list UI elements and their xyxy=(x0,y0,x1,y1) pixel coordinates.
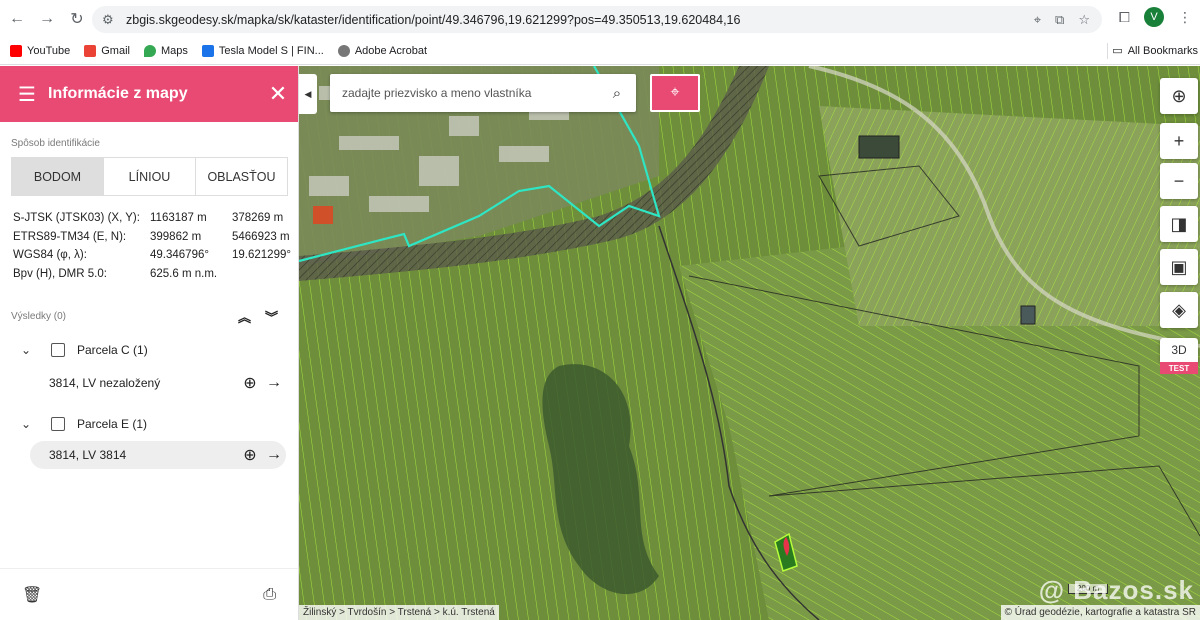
avatar[interactable]: V xyxy=(1144,7,1164,27)
identify-point-button[interactable]: ⌖ xyxy=(650,74,700,112)
result-item[interactable]: 3814, LV 3814 ⊕ → xyxy=(30,441,286,469)
group-checkbox[interactable] xyxy=(51,417,65,431)
identification-label: Spôsob identifikácie xyxy=(11,138,100,149)
location-breadcrumb: Žilinský > Tvrdošín > Trstená > k.ú. Trs… xyxy=(299,605,499,620)
group-checkbox[interactable] xyxy=(51,343,65,357)
coord-row: Bpv (H), DMR 5.0: 625.6 m n.m. xyxy=(13,267,218,280)
my-location-button[interactable]: ⊕ xyxy=(1160,78,1198,114)
tesla-icon xyxy=(201,45,214,57)
chevron-down-icon[interactable]: ⌄ xyxy=(21,417,45,431)
star-icon[interactable]: ☆ xyxy=(1078,12,1090,28)
minus-icon: − xyxy=(1173,170,1185,191)
coord-row: S-JTSK (JTSK03) (X, Y): 1163187 m 378269 m xyxy=(13,212,284,225)
folder-icon: ▭ xyxy=(1112,45,1123,57)
test-badge: TEST xyxy=(1160,362,1198,374)
result-item[interactable]: 3814, LV nezaložený ⊕ → xyxy=(30,369,286,397)
bookmark-maps[interactable]: Maps xyxy=(143,45,188,57)
crosshair-icon: ⊕ xyxy=(1171,85,1187,106)
collapse-all-icon[interactable]: ︽ xyxy=(238,307,251,326)
watermark: @ Bazos.sk xyxy=(1038,575,1194,605)
coord-row: ETRS89-TM34 (E, N): 399862 m 5466923 m xyxy=(13,230,290,243)
address-bar[interactable]: ⚙ zbgis.skgeodesy.sk/mapka/sk/kataster/i… xyxy=(92,6,1102,33)
collapse-panel-button[interactable]: ◀ xyxy=(299,74,317,114)
search-input[interactable]: zadajte priezvisko a meno vlastníka xyxy=(342,86,598,100)
3d-button[interactable]: 3D xyxy=(1160,338,1198,362)
basemap-button[interactable]: ▣ xyxy=(1160,249,1198,285)
search-icon[interactable]: ⌕ xyxy=(598,85,636,102)
results-header: Výsledky (0) ︽ ︾ xyxy=(11,307,298,325)
locate-icon[interactable]: ⊕ xyxy=(238,445,262,465)
group-parcela-c[interactable]: ⌄ Parcela C (1) xyxy=(21,339,298,361)
forward-icon[interactable]: → xyxy=(34,6,60,32)
compare-icon: ◨ xyxy=(1170,213,1188,234)
zoom-in-button[interactable]: + xyxy=(1160,123,1198,159)
mode-point-button[interactable]: BODOM xyxy=(12,158,104,195)
all-bookmarks[interactable]: ▭ All Bookmarks xyxy=(1112,44,1198,58)
maps-icon xyxy=(143,45,156,57)
site-info-icon[interactable]: ⚙ xyxy=(102,12,118,28)
menu-icon[interactable]: ⋮ xyxy=(1178,9,1192,26)
location-icon[interactable]: ⌖ xyxy=(1034,12,1041,28)
url-text[interactable]: zbgis.skgeodesy.sk/mapka/sk/kataster/ide… xyxy=(126,13,1034,27)
layers-icon: ◈ xyxy=(1172,299,1186,320)
gmail-icon xyxy=(84,45,97,57)
chevron-down-icon[interactable]: ⌄ xyxy=(21,343,45,357)
youtube-icon xyxy=(10,45,22,57)
browser-toolbar: ← → ↻ ⚙ zbgis.skgeodesy.sk/mapka/sk/kata… xyxy=(0,0,1200,38)
coord-row: WGS84 (φ, λ): 49.346796° 19.621299° xyxy=(13,249,291,262)
info-panel: ☰ Informácie z mapy ✕ Spôsob identifikác… xyxy=(0,66,299,620)
mode-line-button[interactable]: LÍNIOU xyxy=(104,158,196,195)
reload-icon[interactable]: ↻ xyxy=(64,6,90,32)
layers-button[interactable]: ◈ xyxy=(1160,292,1198,328)
install-icon[interactable]: ⧉ xyxy=(1055,12,1064,28)
coordinates-table: S-JTSK (JTSK03) (X, Y): 1163187 m 378269 m… xyxy=(13,209,298,283)
arrow-right-icon[interactable]: → xyxy=(262,446,286,464)
clear-icon[interactable]: 🗑 xyxy=(22,585,42,605)
globe-icon xyxy=(337,45,350,57)
group-parcela-e[interactable]: ⌄ Parcela E (1) xyxy=(21,413,298,435)
extensions-icon[interactable]: ⧠ xyxy=(1119,9,1130,26)
expand-all-icon[interactable]: ︾ xyxy=(265,307,278,326)
bookmarks-bar: YouTube Gmail Maps Tesla Model S | FIN..… xyxy=(0,38,1200,65)
identification-mode: BODOM LÍNIOU OBLASŤOU xyxy=(11,157,288,196)
map-pin-icon: ⌖ xyxy=(670,84,680,101)
hamburger-icon[interactable]: ☰ xyxy=(18,82,48,107)
close-icon[interactable]: ✕ xyxy=(258,81,298,107)
arrow-right-icon[interactable]: → xyxy=(262,374,286,392)
panel-title: Informácie z mapy xyxy=(48,85,188,102)
bookmark-youtube[interactable]: YouTube xyxy=(10,45,70,57)
mode-area-button[interactable]: OBLASŤOU xyxy=(196,158,287,195)
panel-footer: 🗑 ⎙ xyxy=(0,568,298,620)
compare-button[interactable]: ◨ xyxy=(1160,206,1198,242)
locate-icon[interactable]: ⊕ xyxy=(238,373,262,393)
panel-header: ☰ Informácie z mapy ✕ xyxy=(0,66,298,122)
print-icon[interactable]: ⎙ xyxy=(263,586,276,604)
image-map-icon: ▣ xyxy=(1170,256,1188,277)
zoom-out-button[interactable]: − xyxy=(1160,163,1198,199)
map-attribution: © Úrad geodézie, kartografie a katastra … xyxy=(1000,605,1200,620)
back-icon[interactable]: ← xyxy=(4,6,30,32)
bookmark-tesla[interactable]: Tesla Model S | FIN... xyxy=(201,45,324,57)
owner-search[interactable]: zadajte priezvisko a meno vlastníka ⌕ xyxy=(330,74,636,112)
bookmark-acrobat[interactable]: Adobe Acrobat xyxy=(337,45,427,57)
plus-icon: + xyxy=(1173,130,1185,151)
results-label: Výsledky (0) xyxy=(11,310,67,322)
map-imagery xyxy=(299,66,1200,620)
bookmark-gmail[interactable]: Gmail xyxy=(84,45,130,57)
map-canvas[interactable]: ◀ zadajte priezvisko a meno vlastníka ⌕ … xyxy=(299,66,1200,620)
